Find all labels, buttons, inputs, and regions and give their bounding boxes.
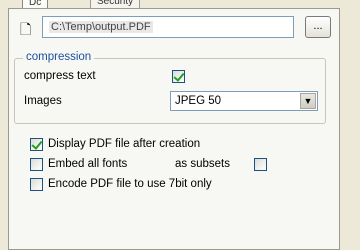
as-subsets-checkbox[interactable] [254,158,267,171]
settings-panel [8,8,340,250]
images-select[interactable]: JPEG 50 ▼ [170,91,318,111]
compression-group-title: compression [23,51,95,63]
images-select-value: JPEG 50 [175,95,222,107]
encode-7bit-checkbox[interactable] [30,178,43,191]
file-icon: 🗋 [20,21,32,37]
compress-text-checkbox[interactable] [172,70,185,83]
display-after-label: Display PDF file after creation [48,138,201,150]
embed-fonts-checkbox[interactable] [30,158,43,171]
as-subsets-label: as subsets [175,158,230,170]
output-path-input[interactable]: C:\Temp\output.PDF [42,16,294,38]
compress-text-label: compress text [24,70,96,82]
images-label: Images [24,95,62,107]
chevron-down-icon[interactable]: ▼ [300,93,316,109]
encode-7bit-label: Encode PDF file to use 7bit only [48,178,212,190]
output-path-value: C:\Temp\output.PDF [49,21,153,33]
display-after-checkbox[interactable] [30,138,43,151]
embed-fonts-label: Embed all fonts [48,158,128,170]
browse-button[interactable]: ... [305,16,331,38]
